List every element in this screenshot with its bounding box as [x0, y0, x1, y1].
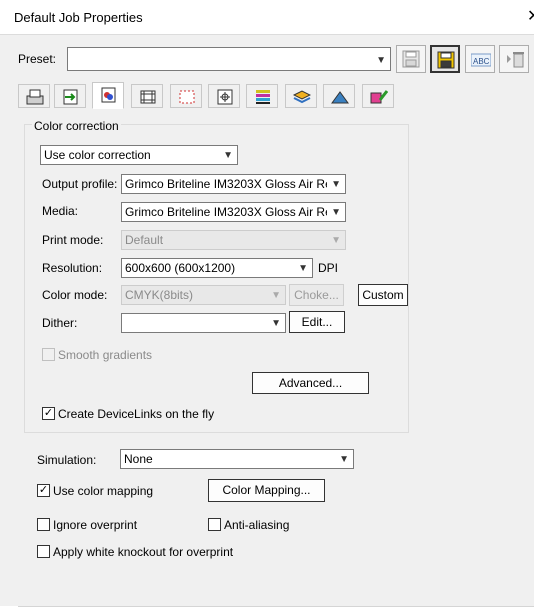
media-stack-icon [293, 90, 311, 104]
simulation-label: Simulation: [37, 453, 97, 467]
crop-marks-icon [179, 90, 195, 104]
device-links-label: Create DeviceLinks on the fly [58, 407, 215, 421]
ink-limit-icon [331, 91, 349, 104]
resolution-combo[interactable]: 600x600 (600x1200) ▼ [121, 258, 313, 278]
simulation-combo[interactable]: None ▼ [120, 449, 354, 469]
layout-icon [140, 90, 156, 104]
dither-combo[interactable]: ▼ [121, 313, 286, 333]
dpi-unit: DPI [318, 261, 339, 275]
tab-job[interactable] [18, 84, 50, 108]
device-links-checkbox[interactable]: ✓ [42, 407, 55, 420]
spot-color-icon [370, 90, 388, 104]
smooth-gradients-checkbox[interactable] [42, 348, 55, 361]
preset-label: Preset: [18, 52, 57, 66]
close-icon[interactable]: ✕ [527, 6, 534, 26]
output-profile-combo[interactable]: Grimco Briteline IM3203X Gloss Air Relea… [121, 174, 346, 194]
resolution-label: Resolution: [42, 261, 103, 275]
use-color-mapping-checkbox[interactable]: ✓ [37, 484, 50, 497]
chevron-down-icon: ▼ [223, 150, 233, 161]
ignore-overprint-checkbox[interactable] [37, 518, 50, 531]
window-title: Default Job Properties [14, 10, 143, 25]
color-correction-mode-combo[interactable]: Use color correction ▼ [40, 145, 238, 165]
color-bars-icon [256, 90, 270, 104]
save-button[interactable] [430, 45, 460, 73]
chevron-down-icon: ▼ [331, 179, 341, 190]
custom-button[interactable]: Custom [358, 284, 408, 306]
smooth-gradients-label: Smooth gradients [58, 348, 153, 362]
printer-job-icon [26, 89, 44, 105]
abc-rename-icon: ABC [471, 53, 491, 67]
media-label: Media: [42, 204, 79, 218]
color-mode-label: Color mode: [42, 288, 108, 302]
tab-import[interactable] [54, 84, 86, 108]
output-profile-label: Output profile: [42, 177, 118, 191]
anti-aliasing-checkbox[interactable] [208, 518, 221, 531]
edit-button[interactable]: Edit... [289, 311, 345, 333]
tab-registration[interactable] [208, 84, 240, 108]
tab-ink[interactable] [323, 84, 355, 108]
chevron-down-icon: ▼ [331, 235, 341, 246]
print-mode-label: Print mode: [42, 233, 104, 247]
media-combo[interactable]: Grimco Briteline IM3203X Gloss Air Relea… [121, 202, 346, 222]
chevron-down-icon: ▼ [331, 207, 341, 218]
registration-icon [217, 89, 233, 105]
dither-label: Dither: [42, 316, 78, 330]
white-knockout-label: Apply white knockout for overprint [53, 545, 234, 559]
tab-spot[interactable] [362, 84, 394, 108]
color-correction-title: Color correction [32, 119, 121, 133]
tab-color[interactable] [92, 82, 124, 109]
title-bar: Default Job Properties ✕ [0, 0, 534, 34]
save-disabled-button[interactable] [396, 45, 426, 73]
chevron-down-icon: ▼ [339, 454, 349, 465]
print-mode-combo[interactable]: Default ▼ [121, 230, 346, 250]
chevron-down-icon: ▼ [271, 318, 281, 329]
anti-aliasing-label: Anti-aliasing [224, 518, 290, 532]
color-management-icon [101, 87, 116, 103]
use-color-mapping-label: Use color mapping [53, 484, 154, 498]
white-knockout-checkbox[interactable] [37, 545, 50, 558]
advanced-button[interactable]: Advanced... [252, 372, 369, 394]
import-arrow-icon [63, 89, 78, 105]
tab-media[interactable] [285, 84, 317, 108]
color-mapping-button[interactable]: Color Mapping... [208, 479, 325, 502]
color-mode-combo[interactable]: CMYK(8bits) ▼ [121, 285, 286, 305]
chevron-down-icon: ▼ [376, 55, 386, 66]
rename-button[interactable]: ABC [465, 45, 495, 73]
chevron-down-icon: ▼ [271, 290, 281, 301]
delete-icon [507, 52, 524, 68]
ignore-overprint-label: Ignore overprint [53, 518, 138, 532]
save-icon [437, 51, 455, 69]
tab-layout[interactable] [131, 84, 163, 108]
chevron-down-icon: ▼ [298, 263, 308, 274]
delete-button[interactable] [499, 45, 529, 73]
tab-colorbars[interactable] [246, 84, 278, 108]
preset-combo[interactable]: ▼ [67, 47, 391, 71]
save-disabled-icon [402, 50, 420, 68]
choke-button[interactable]: Choke... [289, 284, 344, 306]
tab-marks[interactable] [170, 84, 202, 108]
svg-text:ABC: ABC [473, 57, 490, 66]
